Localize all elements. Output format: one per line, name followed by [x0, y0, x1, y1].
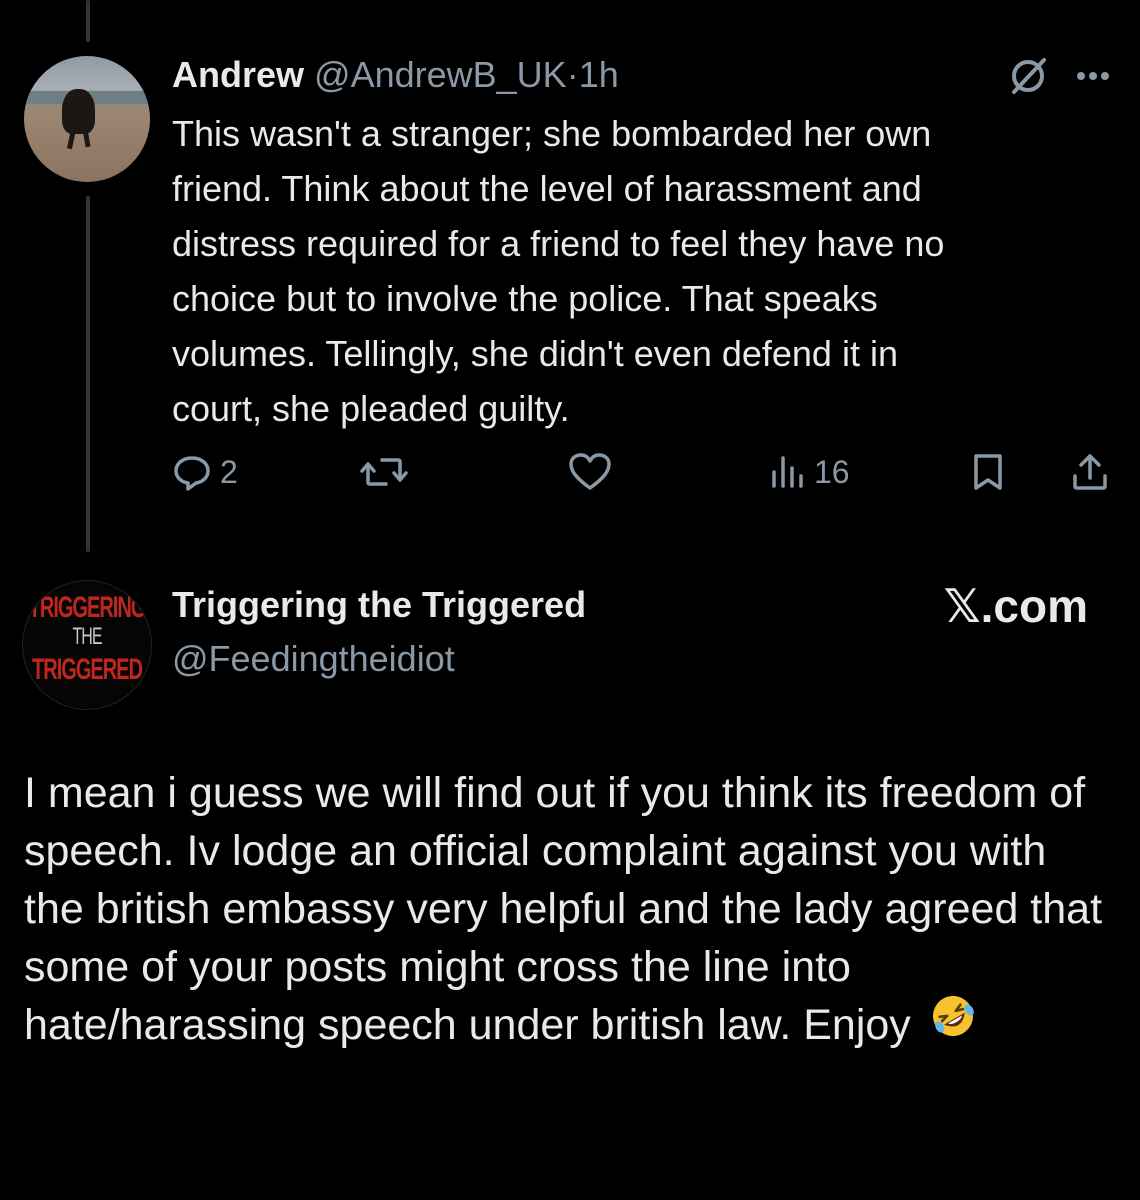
avatar-logo-line: TRIGGERING [28, 591, 147, 625]
author-name[interactable]: Andrew [172, 54, 304, 95]
views-button[interactable]: 16 [770, 452, 850, 492]
more-options-icon[interactable] [1076, 71, 1110, 81]
like-button[interactable] [568, 452, 620, 492]
share-icon [1070, 452, 1110, 492]
bookmark-icon [968, 452, 1008, 492]
thread-line-top [86, 0, 90, 42]
reply-count: 2 [220, 453, 238, 490]
site-label: 𝕏.com [943, 580, 1088, 632]
tweet-header: Andrew @AndrewB_UK·1h [172, 50, 619, 100]
sender-handle[interactable]: @Feedingtheidiot [172, 634, 455, 684]
reply-icon [172, 452, 212, 492]
avatar-logo-line: TRIGGERED [32, 653, 143, 687]
header-separator: · [566, 54, 579, 95]
tweet-top-right-icons [1008, 56, 1110, 96]
rolling-on-floor-laughing-icon [929, 992, 977, 1055]
heart-icon [568, 452, 612, 492]
author-handle[interactable]: @AndrewB_UK [314, 54, 567, 95]
sender-name[interactable]: Triggering the Triggered [172, 580, 586, 630]
message-text: I mean i guess we will find out if you t… [24, 764, 1114, 1059]
views-icon [770, 452, 806, 492]
tweet-actions: 2 16 [172, 452, 1112, 502]
bookmark-button[interactable] [968, 452, 1008, 492]
timestamp[interactable]: 1h [579, 54, 619, 95]
thread-line-bottom [86, 196, 90, 552]
views-count: 16 [814, 453, 850, 490]
avatar[interactable] [24, 56, 150, 182]
share-button[interactable] [1070, 452, 1110, 492]
grok-icon[interactable] [1008, 56, 1048, 96]
repost-button[interactable] [360, 452, 416, 492]
avatar-logo-line: THE [72, 624, 103, 651]
repost-icon [360, 452, 408, 492]
tweet-text: This wasn't a stranger; she bombarded he… [172, 113, 945, 429]
dog-icon [61, 88, 95, 135]
reply-button[interactable]: 2 [172, 452, 238, 492]
avatar[interactable]: TRIGGERING THE TRIGGERED [22, 580, 152, 710]
